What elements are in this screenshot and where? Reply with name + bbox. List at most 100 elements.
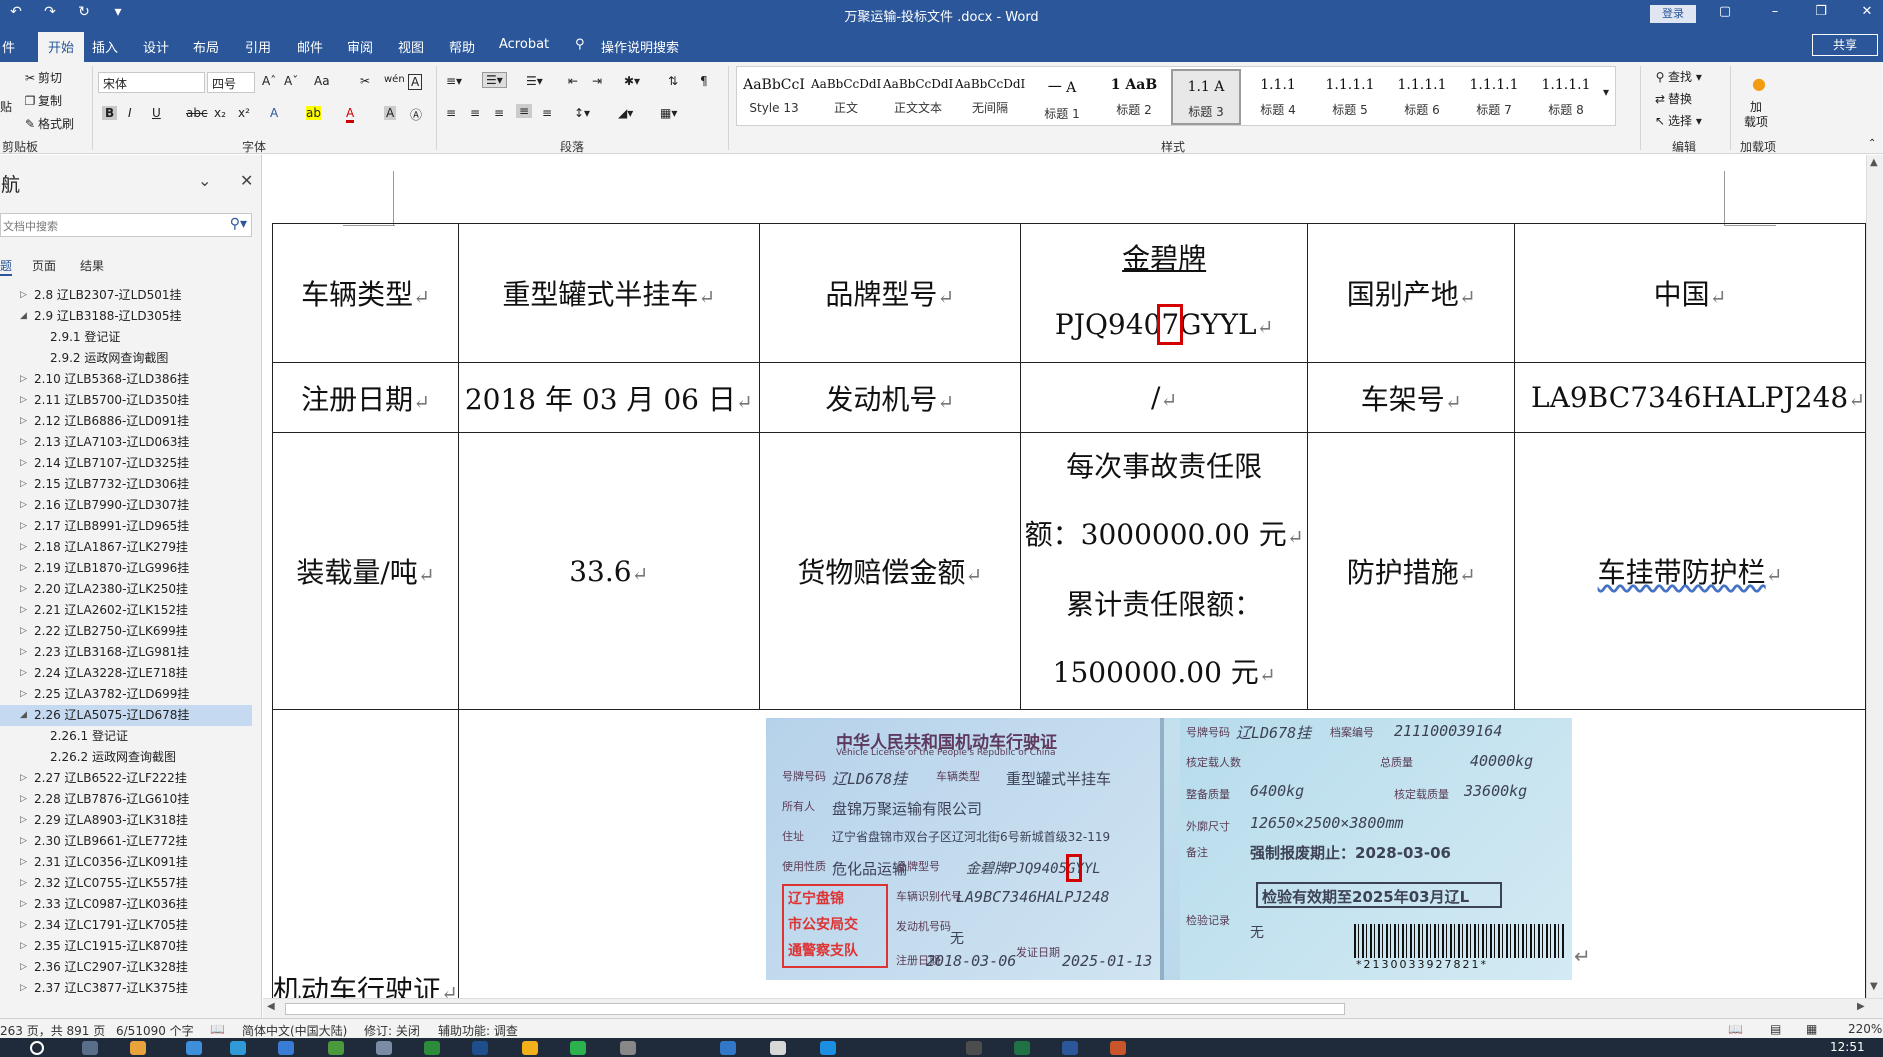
task-view-icon[interactable] [82,1041,98,1055]
nav-heading-item[interactable]: ▷ 2.28 辽LB7876-辽LG610挂 [0,789,252,810]
nav-heading-item[interactable]: ▷ 2.17 辽LB8991-辽LD965挂 [0,516,252,537]
table-cell[interactable]: 防护措施↵ [1307,432,1516,710]
style-item[interactable]: 1 AaB 标题 2 [1099,69,1169,125]
nav-heading-item[interactable]: ▷ 2.18 辽LA1867-辽LK279挂 [0,537,252,558]
nav-heading-item[interactable]: ▷ 2.14 辽LB7107-辽LD325挂 [0,453,252,474]
nav-heading-item[interactable]: ◢ 2.9 辽LB3188-辽LD305挂 [0,306,252,327]
cut-button[interactable]: ✂ 剪切 [22,69,62,86]
nav-heading-item[interactable]: ▷ 2.33 辽LC0987-辽LK036挂 [0,894,252,915]
expand-arrow-icon[interactable]: ▷ [20,642,27,663]
tab-design[interactable]: 设计 [143,37,169,56]
align-center-icon[interactable]: ≡ [470,106,480,120]
tell-me-icon[interactable]: ⚲ [575,37,585,52]
tab-layout[interactable]: 布局 [193,37,219,56]
nav-heading-item[interactable]: ▷ 2.21 辽LA2602-辽LK152挂 [0,600,252,621]
style-item-selected[interactable]: 1.1 A 标题 3 [1171,69,1241,125]
nav-heading-item[interactable]: ▷ 2.34 辽LC1791-辽LK705挂 [0,915,252,936]
expand-arrow-icon[interactable]: ▷ [20,495,27,516]
excel-icon[interactable] [1014,1041,1030,1055]
app-icon[interactable] [376,1041,392,1055]
table-cell[interactable]: 2018 年 03 月 06 日↵ [457,362,760,433]
nav-heading-item[interactable]: ▷ 2.37 辽LC3877-辽LK375挂 [0,978,252,999]
nav-heading-item[interactable]: ▷ 2.27 辽LB6522-辽LF222挂 [0,768,252,789]
replace-button[interactable]: ⇄ 替换 [1652,90,1692,107]
expand-arrow-icon[interactable]: ▷ [20,768,27,789]
expand-arrow-icon[interactable]: ▷ [20,516,27,537]
document-canvas[interactable]: 车辆类型↵ 重型罐式半挂车↵ 品牌型号↵ 金碧牌 PJQ9407GYYL↵ 国别… [263,155,1866,998]
scroll-right-icon[interactable]: ▶ [1857,1001,1865,1012]
tab-home[interactable]: 开始 [38,32,85,62]
expand-arrow-icon[interactable]: ▷ [20,957,27,978]
justify-icon[interactable]: ≡ [516,104,533,118]
expand-arrow-icon[interactable]: ▷ [20,831,27,852]
paste-button[interactable]: 贴 [0,98,12,115]
table-cell[interactable]: 车挂带防护栏↵ [1514,432,1866,710]
expand-arrow-icon[interactable]: ▷ [20,579,27,600]
powerpoint-icon[interactable] [1110,1041,1126,1055]
expand-arrow-icon[interactable]: ▷ [20,558,27,579]
table-cell[interactable]: 发动机号↵ [758,362,1021,433]
style-item[interactable]: 1.1.1.1 标题 8 [1531,69,1601,125]
collapse-arrow-icon[interactable]: ◢ [20,705,27,726]
nav-heading-item[interactable]: ▷ 2.8 辽LB2307-辽LD501挂 [0,285,252,306]
style-item[interactable]: 一 A 标题 1 [1027,69,1097,125]
expand-arrow-icon[interactable]: ▷ [20,621,27,642]
minimize-icon[interactable]: – [1760,4,1790,19]
nav-tab-results[interactable]: 结果 [80,257,104,274]
expand-arrow-icon[interactable]: ▷ [20,285,27,306]
line-spacing-icon[interactable]: ↕▾ [574,106,590,120]
nav-heading-item[interactable]: ▷ 2.25 辽LA3782-辽LD699挂 [0,684,252,705]
app-icon[interactable] [278,1041,294,1055]
app-icon[interactable] [328,1041,344,1055]
close-icon[interactable]: ✕ [240,171,253,190]
subscript-button[interactable]: x₂ [214,106,226,120]
bold-button[interactable]: B [102,106,118,120]
share-button[interactable]: 共享 [1812,34,1878,56]
phonetic-guide-button[interactable]: wén [384,74,405,85]
font-color-button[interactable]: A [346,106,355,123]
zoom-level[interactable]: 220% [1848,1022,1882,1036]
app-icon[interactable] [720,1041,736,1055]
table-cell[interactable]: 机动车行驶证↵ [272,709,459,998]
nav-heading-item[interactable]: 2.9.1 登记证 [0,327,252,348]
table-cell[interactable]: 重型罐式半挂车↵ [457,223,760,363]
style-item[interactable]: 1.1.1.1 标题 5 [1315,69,1385,125]
photoshop-icon[interactable] [472,1041,488,1055]
nav-heading-item[interactable]: ▷ 2.16 辽LB7990-辽LD307挂 [0,495,252,516]
change-case-button[interactable]: Aa [314,74,330,88]
tab-references[interactable]: 引用 [245,37,271,56]
table-cell[interactable]: 金碧牌 PJQ9407GYYL↵ [1019,223,1309,363]
font-name-select[interactable]: 宋体 [98,72,205,93]
enclose-char-button[interactable]: Ⓐ [410,106,422,123]
increase-indent-icon[interactable]: ⇥ [592,74,602,88]
align-left-icon[interactable]: ≡ [446,106,456,120]
distribute-icon[interactable]: ≡ [542,106,552,120]
table-cell[interactable]: 中国↵ [1514,223,1866,363]
nav-heading-item[interactable]: ▷ 2.24 辽LA3228-辽LE718挂 [0,663,252,684]
nav-tab-pages[interactable]: 页面 [32,257,56,274]
bullets-icon[interactable]: ≡▾ [446,74,462,88]
find-button[interactable]: ⚲ 查找 ▾ [1652,68,1702,85]
nav-heading-item[interactable]: ▷ 2.10 辽LB5368-辽LD386挂 [0,369,252,390]
grow-font-button[interactable]: Aˆ [262,74,276,88]
nav-heading-item[interactable]: ▷ 2.13 辽LA7103-辽LD063挂 [0,432,252,453]
scroll-up-icon[interactable]: ▲ [1870,157,1878,168]
styles-more-icon[interactable]: ▾ [1603,85,1609,99]
tab-review[interactable]: 审阅 [347,37,373,56]
expand-arrow-icon[interactable]: ▷ [20,789,27,810]
chinese-layout-icon[interactable]: ✱▾ [624,74,640,88]
char-shading-button[interactable]: A [384,106,397,120]
nav-heading-item[interactable]: ▷ 2.31 辽LC0356-辽LK091挂 [0,852,252,873]
tell-me-search[interactable]: 操作说明搜索 [601,37,679,56]
font-size-select[interactable]: 四号 [207,72,255,93]
align-right-icon[interactable]: ≡ [494,106,504,120]
tab-help[interactable]: 帮助 [449,37,475,56]
horizontal-scrollbar[interactable]: ◀ ▶ [263,998,1883,1018]
horizontal-scroll-thumb[interactable] [285,1003,1345,1015]
decrease-indent-icon[interactable]: ⇤ [568,74,578,88]
nav-search-input[interactable]: 文档中搜索 ⚲▾ [0,213,252,237]
nav-heading-item[interactable]: ▷ 2.32 辽LC0755-辽LK557挂 [0,873,252,894]
nav-heading-item[interactable]: ▷ 2.23 辽LB3168-辽LG981挂 [0,642,252,663]
ribbon-display-icon[interactable]: ▢ [1710,4,1740,19]
expand-arrow-icon[interactable]: ▷ [20,894,27,915]
